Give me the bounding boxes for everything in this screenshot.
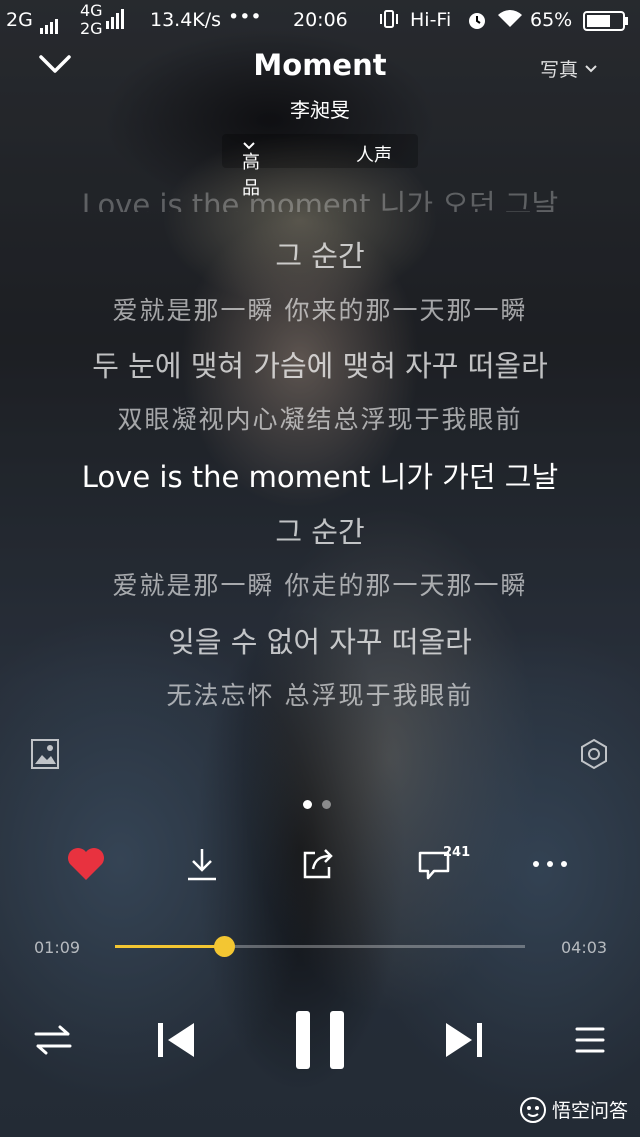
lyric-line: 잊을 수 없어 자꾸 떠올라 bbox=[168, 625, 472, 659]
lyric-translation: 双眼凝视内心凝结总浮现于我眼前 bbox=[117, 405, 523, 434]
vibrate-icon bbox=[378, 9, 400, 34]
download-button[interactable] bbox=[178, 840, 226, 888]
progress-fill bbox=[115, 945, 224, 948]
network-4g-label: 4G bbox=[80, 1, 103, 20]
battery-percent: 65% bbox=[530, 9, 573, 31]
like-button[interactable] bbox=[62, 840, 110, 888]
clock: 20:06 bbox=[293, 9, 348, 31]
quality-bar: 高品 人声 bbox=[222, 134, 418, 199]
next-button[interactable] bbox=[428, 1005, 498, 1075]
comment-count: 241 bbox=[443, 845, 471, 860]
signal-bars-icon bbox=[106, 6, 126, 29]
hifi-label: Hi-Fi bbox=[410, 9, 452, 31]
chevron-down-icon bbox=[585, 64, 597, 72]
wukong-logo-icon bbox=[519, 1096, 546, 1123]
network-2g-secondary-label: 2G bbox=[80, 19, 103, 38]
progress-track[interactable] bbox=[115, 936, 525, 957]
photo-mode-button[interactable]: 写真 bbox=[540, 55, 598, 82]
wifi-icon bbox=[497, 9, 523, 34]
network-2g-label: 2G bbox=[6, 9, 33, 31]
share-icon bbox=[303, 849, 333, 879]
previous-icon bbox=[158, 1023, 194, 1057]
lyric-settings-button[interactable] bbox=[578, 738, 610, 774]
next-icon bbox=[446, 1023, 482, 1057]
network-speed: 13.4K/s bbox=[150, 9, 222, 31]
share-button[interactable] bbox=[294, 840, 342, 888]
total-time: 04:03 bbox=[561, 938, 608, 957]
battery-icon bbox=[583, 11, 629, 36]
status-bar: 2G 4G 2G 13.4K/s ••• 20:06 Hi-Fi 65% bbox=[0, 0, 640, 40]
lyric-line: 그 순간 bbox=[275, 239, 365, 273]
playlist-icon bbox=[575, 1027, 605, 1053]
previous-button[interactable] bbox=[142, 1005, 212, 1075]
watermark-text: 悟空问答 bbox=[551, 1100, 628, 1122]
artist-name[interactable]: 李昶旻 bbox=[0, 94, 640, 123]
pause-button[interactable] bbox=[285, 1005, 355, 1075]
playlist-button[interactable] bbox=[555, 1005, 625, 1075]
more-button[interactable] bbox=[526, 840, 574, 888]
more-icon bbox=[533, 861, 567, 867]
download-icon bbox=[188, 849, 216, 881]
vocal-toggle[interactable]: 人声 bbox=[356, 141, 392, 167]
progress-knob[interactable] bbox=[213, 936, 235, 957]
lyric-translation: 无法忘怀 总浮现于我眼前 bbox=[166, 681, 474, 710]
lyric-line: Love is the moment 니가 오던 그날 bbox=[81, 188, 559, 212]
repeat-icon bbox=[34, 1025, 72, 1055]
settings-hexagon-icon bbox=[581, 738, 607, 770]
current-lyric-line: Love is the moment 니가 가던 그날 bbox=[81, 460, 559, 494]
lyric-translation: 爱就是那一瞬 你走的那一天那一瞬 bbox=[112, 571, 528, 600]
pause-icon bbox=[296, 1011, 344, 1069]
more-status-dots: ••• bbox=[228, 6, 262, 28]
quality-selector[interactable]: 高品 bbox=[242, 141, 260, 199]
photo-mode-label: 写真 bbox=[539, 59, 578, 81]
page-dot bbox=[322, 800, 331, 809]
play-mode-button[interactable] bbox=[18, 1005, 88, 1075]
heart-icon bbox=[68, 848, 104, 880]
lyric-translation: 爱就是那一瞬 你来的那一天那一瞬 bbox=[112, 296, 528, 325]
elapsed-time: 01:09 bbox=[34, 938, 81, 957]
signal-bars-icon bbox=[40, 11, 60, 34]
watermark: 悟空问答 bbox=[519, 1096, 628, 1123]
page-indicator bbox=[303, 800, 331, 809]
page-dot-active bbox=[303, 800, 312, 809]
alarm-icon bbox=[466, 9, 488, 36]
current-lyric-line-continued: 그 순간 bbox=[275, 515, 365, 549]
image-icon bbox=[31, 739, 59, 769]
lyric-line: 두 눈에 맺혀 가슴에 맺혀 자꾸 떠올라 bbox=[92, 349, 548, 383]
lyric-poster-button[interactable] bbox=[30, 738, 60, 774]
